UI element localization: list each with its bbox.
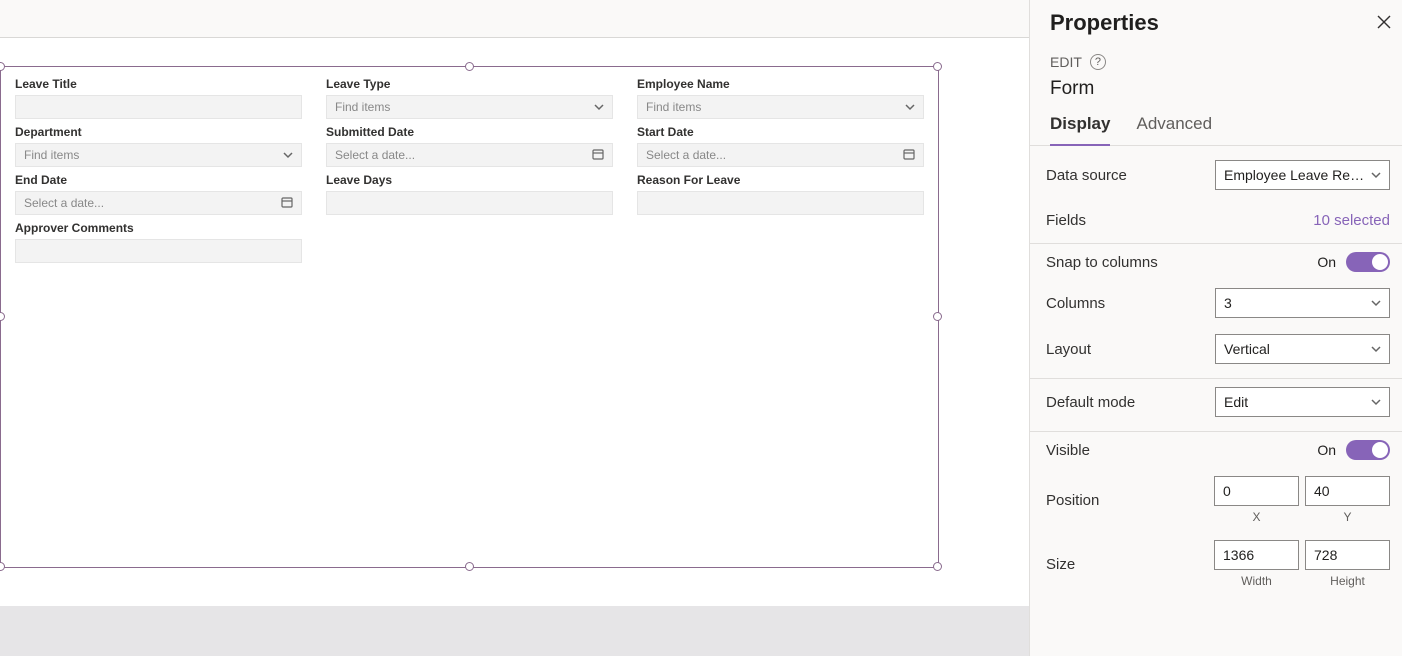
field-label: Start Date <box>637 125 924 139</box>
chevron-down-icon <box>1371 298 1381 308</box>
position-x-input[interactable]: 0 <box>1214 476 1299 506</box>
chevron-down-icon <box>905 102 915 112</box>
field-start-date[interactable]: Start Date Select a date... <box>637 125 924 167</box>
properties-title: Properties <box>1050 10 1159 36</box>
tab-display[interactable]: Display <box>1050 114 1110 146</box>
fields-selected-link[interactable]: 10 selected <box>1313 212 1390 229</box>
field-label: Reason For Leave <box>637 173 924 187</box>
field-label: Submitted Date <box>326 125 613 139</box>
size-width-input[interactable]: 1366 <box>1214 540 1299 570</box>
design-canvas: Leave Title . Leave Type Find items Empl… <box>0 0 1029 656</box>
prop-label-position: Position <box>1046 492 1099 509</box>
chevron-down-icon <box>1371 344 1381 354</box>
properties-tabs: Display Advanced <box>1030 100 1402 146</box>
resize-handle[interactable] <box>0 562 5 571</box>
resize-handle[interactable] <box>465 62 474 71</box>
axis-label-x: X <box>1252 510 1260 524</box>
toggle-state-text: On <box>1317 254 1336 270</box>
prop-label-visible: Visible <box>1046 442 1090 459</box>
control-name: Form <box>1030 70 1402 100</box>
field-label: Leave Days <box>326 173 613 187</box>
dropdown-input[interactable]: Find items <box>637 95 924 119</box>
axis-label-y: Y <box>1343 510 1351 524</box>
text-input[interactable]: . <box>637 191 924 215</box>
calendar-icon <box>903 148 915 163</box>
calendar-icon <box>281 196 293 211</box>
field-submitted-date[interactable]: Submitted Date Select a date... <box>326 125 613 167</box>
canvas-footer <box>0 606 1029 656</box>
resize-handle[interactable] <box>0 312 5 321</box>
resize-handle[interactable] <box>465 562 474 571</box>
canvas-toolbar <box>0 0 1029 38</box>
form-control-selected[interactable]: Leave Title . Leave Type Find items Empl… <box>0 66 939 568</box>
field-label: Leave Type <box>326 77 613 91</box>
dropdown-input[interactable]: Find items <box>326 95 613 119</box>
data-source-select[interactable]: Employee Leave Re… <box>1215 160 1390 190</box>
tab-advanced[interactable]: Advanced <box>1136 114 1212 145</box>
date-input[interactable]: Select a date... <box>15 191 302 215</box>
size-height-input[interactable]: 728 <box>1305 540 1390 570</box>
chevron-down-icon <box>283 150 293 160</box>
axis-label-height: Height <box>1330 574 1365 588</box>
resize-handle[interactable] <box>933 562 942 571</box>
chevron-down-icon <box>1371 170 1381 180</box>
position-y-input[interactable]: 40 <box>1305 476 1390 506</box>
resize-handle[interactable] <box>933 62 942 71</box>
field-label: Leave Title <box>15 77 302 91</box>
columns-select[interactable]: 3 <box>1215 288 1390 318</box>
prop-label-snap: Snap to columns <box>1046 254 1158 271</box>
default-mode-select[interactable]: Edit <box>1215 387 1390 417</box>
prop-label-default-mode: Default mode <box>1046 394 1135 411</box>
text-input[interactable]: . <box>15 95 302 119</box>
field-reason-for-leave[interactable]: Reason For Leave . <box>637 173 924 215</box>
close-icon[interactable] <box>1376 14 1392 33</box>
chevron-down-icon <box>1371 397 1381 407</box>
help-icon[interactable]: ? <box>1090 54 1106 70</box>
properties-panel: Properties EDIT ? Form Display Advanced … <box>1029 0 1402 656</box>
field-label: Department <box>15 125 302 139</box>
field-department[interactable]: Department Find items <box>15 125 302 167</box>
canvas-body[interactable]: Leave Title . Leave Type Find items Empl… <box>0 38 1029 606</box>
snap-to-columns-toggle[interactable] <box>1346 252 1390 272</box>
prop-label-columns: Columns <box>1046 295 1105 312</box>
field-label: Employee Name <box>637 77 924 91</box>
date-input[interactable]: Select a date... <box>326 143 613 167</box>
field-label: Approver Comments <box>15 221 302 235</box>
text-input[interactable]: . <box>15 239 302 263</box>
field-employee-name[interactable]: Employee Name Find items <box>637 77 924 119</box>
text-input[interactable]: . <box>326 191 613 215</box>
field-approver-comments[interactable]: Approver Comments . <box>15 221 302 263</box>
prop-label-data-source: Data source <box>1046 167 1127 184</box>
resize-handle[interactable] <box>933 312 942 321</box>
prop-label-size: Size <box>1046 556 1075 573</box>
field-leave-type[interactable]: Leave Type Find items <box>326 77 613 119</box>
field-leave-title[interactable]: Leave Title . <box>15 77 302 119</box>
visible-toggle[interactable] <box>1346 440 1390 460</box>
toggle-state-text: On <box>1317 442 1336 458</box>
calendar-icon <box>592 148 604 163</box>
chevron-down-icon <box>594 102 604 112</box>
date-input[interactable]: Select a date... <box>637 143 924 167</box>
field-label: End Date <box>15 173 302 187</box>
form-grid: Leave Title . Leave Type Find items Empl… <box>1 67 938 279</box>
edit-label: EDIT <box>1050 54 1082 70</box>
layout-select[interactable]: Vertical <box>1215 334 1390 364</box>
dropdown-input[interactable]: Find items <box>15 143 302 167</box>
prop-label-fields: Fields <box>1046 212 1086 229</box>
field-leave-days[interactable]: Leave Days . <box>326 173 613 215</box>
field-end-date[interactable]: End Date Select a date... <box>15 173 302 215</box>
prop-label-layout: Layout <box>1046 341 1091 358</box>
axis-label-width: Width <box>1241 574 1272 588</box>
